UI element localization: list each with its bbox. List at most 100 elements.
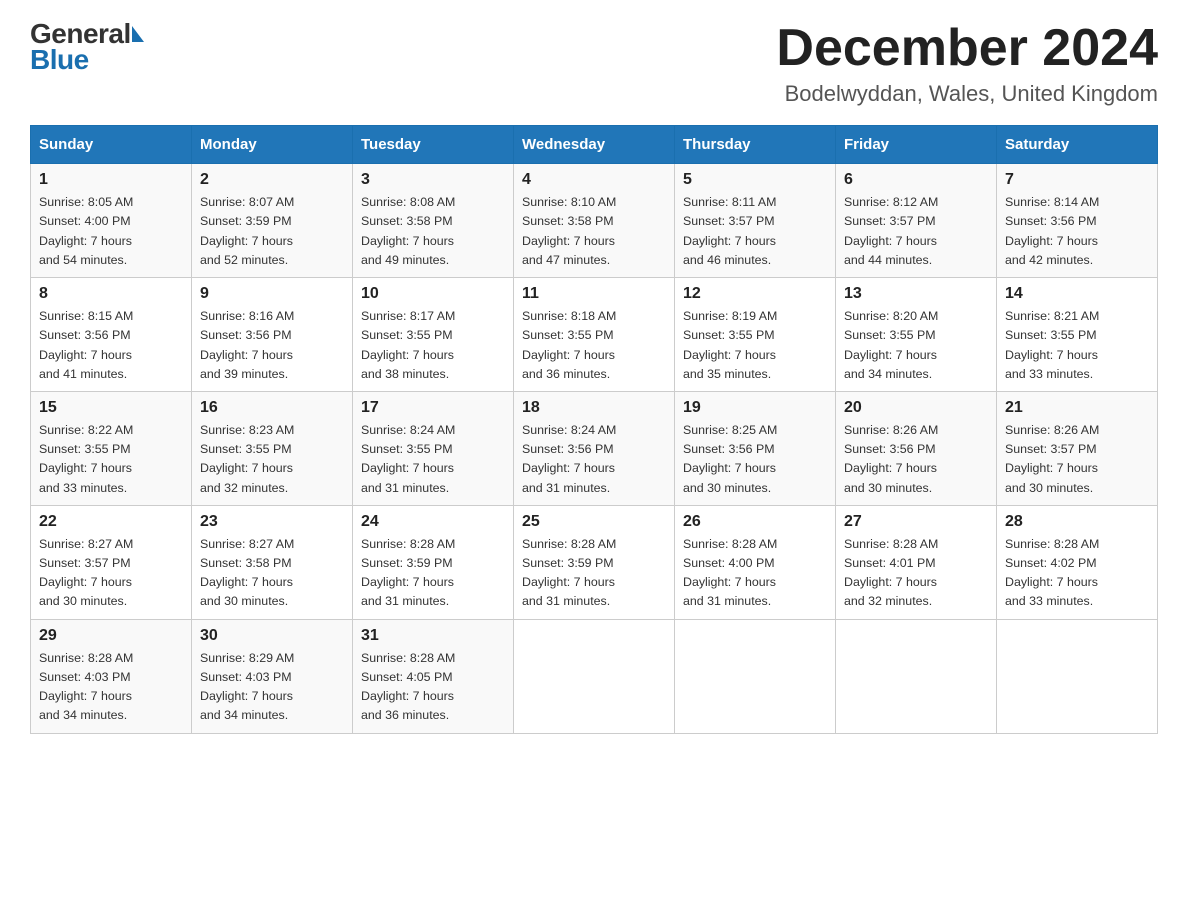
calendar-day-cell: 29Sunrise: 8:28 AMSunset: 4:03 PMDayligh… (31, 619, 192, 733)
day-number: 28 (1005, 513, 1149, 531)
sunrise-info: Sunrise: 8:28 AM (39, 651, 133, 665)
sunset-info: Sunset: 3:59 PM (361, 556, 453, 570)
header-wednesday: Wednesday (514, 126, 675, 164)
day-number: 12 (683, 285, 827, 303)
sunset-info: Sunset: 3:56 PM (844, 442, 936, 456)
daylight-info-line1: Daylight: 7 hours (39, 689, 132, 703)
daylight-info-line2: and 54 minutes. (39, 253, 127, 267)
sunrise-info: Sunrise: 8:23 AM (200, 423, 294, 437)
day-number: 31 (361, 627, 505, 645)
calendar-day-cell: 11Sunrise: 8:18 AMSunset: 3:55 PMDayligh… (514, 278, 675, 392)
daylight-info-line1: Daylight: 7 hours (844, 461, 937, 475)
day-number: 2 (200, 171, 344, 189)
day-number: 10 (361, 285, 505, 303)
daylight-info-line2: and 30 minutes. (683, 481, 771, 495)
sunrise-info: Sunrise: 8:21 AM (1005, 309, 1099, 323)
daylight-info-line2: and 39 minutes. (200, 367, 288, 381)
sunrise-info: Sunrise: 8:28 AM (361, 651, 455, 665)
day-number: 14 (1005, 285, 1149, 303)
calendar-day-cell: 13Sunrise: 8:20 AMSunset: 3:55 PMDayligh… (836, 278, 997, 392)
sunset-info: Sunset: 4:02 PM (1005, 556, 1097, 570)
header-sunday: Sunday (31, 126, 192, 164)
sunrise-info: Sunrise: 8:15 AM (39, 309, 133, 323)
sunset-info: Sunset: 3:55 PM (361, 328, 453, 342)
sunset-info: Sunset: 4:03 PM (200, 670, 292, 684)
daylight-info-line1: Daylight: 7 hours (522, 461, 615, 475)
daylight-info-line2: and 42 minutes. (1005, 253, 1093, 267)
sunrise-info: Sunrise: 8:20 AM (844, 309, 938, 323)
daylight-info-line2: and 31 minutes. (361, 481, 449, 495)
sunrise-info: Sunrise: 8:07 AM (200, 195, 294, 209)
daylight-info-line1: Daylight: 7 hours (683, 234, 776, 248)
calendar-day-cell: 3Sunrise: 8:08 AMSunset: 3:58 PMDaylight… (353, 164, 514, 278)
day-number: 4 (522, 171, 666, 189)
daylight-info-line2: and 32 minutes. (844, 594, 932, 608)
calendar-day-cell (997, 619, 1158, 733)
daylight-info-line1: Daylight: 7 hours (200, 234, 293, 248)
daylight-info-line1: Daylight: 7 hours (844, 575, 937, 589)
daylight-info-line1: Daylight: 7 hours (361, 689, 454, 703)
calendar-day-cell: 30Sunrise: 8:29 AMSunset: 4:03 PMDayligh… (192, 619, 353, 733)
calendar-week-row: 8Sunrise: 8:15 AMSunset: 3:56 PMDaylight… (31, 278, 1158, 392)
daylight-info-line1: Daylight: 7 hours (39, 575, 132, 589)
day-info: Sunrise: 8:27 AMSunset: 3:57 PMDaylight:… (39, 535, 183, 612)
day-number: 1 (39, 171, 183, 189)
logo-arrow-icon (132, 26, 144, 42)
sunset-info: Sunset: 3:57 PM (844, 214, 936, 228)
daylight-info-line1: Daylight: 7 hours (39, 461, 132, 475)
day-number: 15 (39, 399, 183, 417)
calendar-day-cell: 16Sunrise: 8:23 AMSunset: 3:55 PMDayligh… (192, 391, 353, 505)
daylight-info-line1: Daylight: 7 hours (200, 575, 293, 589)
day-info: Sunrise: 8:16 AMSunset: 3:56 PMDaylight:… (200, 307, 344, 384)
daylight-info-line1: Daylight: 7 hours (361, 461, 454, 475)
calendar-day-cell: 8Sunrise: 8:15 AMSunset: 3:56 PMDaylight… (31, 278, 192, 392)
logo-blue: Blue (30, 46, 144, 74)
header-thursday: Thursday (675, 126, 836, 164)
day-number: 20 (844, 399, 988, 417)
daylight-info-line1: Daylight: 7 hours (361, 234, 454, 248)
sunrise-info: Sunrise: 8:16 AM (200, 309, 294, 323)
sunset-info: Sunset: 3:56 PM (1005, 214, 1097, 228)
daylight-info-line2: and 47 minutes. (522, 253, 610, 267)
calendar-day-cell: 9Sunrise: 8:16 AMSunset: 3:56 PMDaylight… (192, 278, 353, 392)
sunrise-info: Sunrise: 8:29 AM (200, 651, 294, 665)
sunset-info: Sunset: 4:05 PM (361, 670, 453, 684)
calendar-day-cell: 18Sunrise: 8:24 AMSunset: 3:56 PMDayligh… (514, 391, 675, 505)
calendar-day-cell (836, 619, 997, 733)
sunset-info: Sunset: 3:55 PM (1005, 328, 1097, 342)
sunrise-info: Sunrise: 8:28 AM (361, 537, 455, 551)
sunrise-info: Sunrise: 8:19 AM (683, 309, 777, 323)
sunset-info: Sunset: 3:57 PM (39, 556, 131, 570)
calendar-day-cell: 25Sunrise: 8:28 AMSunset: 3:59 PMDayligh… (514, 505, 675, 619)
day-info: Sunrise: 8:29 AMSunset: 4:03 PMDaylight:… (200, 649, 344, 726)
daylight-info-line2: and 31 minutes. (522, 594, 610, 608)
sunrise-info: Sunrise: 8:18 AM (522, 309, 616, 323)
calendar-day-cell: 20Sunrise: 8:26 AMSunset: 3:56 PMDayligh… (836, 391, 997, 505)
header-monday: Monday (192, 126, 353, 164)
daylight-info-line2: and 31 minutes. (522, 481, 610, 495)
sunrise-info: Sunrise: 8:26 AM (1005, 423, 1099, 437)
day-number: 3 (361, 171, 505, 189)
sunrise-info: Sunrise: 8:10 AM (522, 195, 616, 209)
sunset-info: Sunset: 3:55 PM (683, 328, 775, 342)
sunset-info: Sunset: 3:55 PM (522, 328, 614, 342)
daylight-info-line1: Daylight: 7 hours (361, 575, 454, 589)
daylight-info-line2: and 30 minutes. (844, 481, 932, 495)
day-number: 13 (844, 285, 988, 303)
daylight-info-line1: Daylight: 7 hours (1005, 575, 1098, 589)
day-info: Sunrise: 8:26 AMSunset: 3:57 PMDaylight:… (1005, 421, 1149, 498)
sunrise-info: Sunrise: 8:28 AM (844, 537, 938, 551)
sunrise-info: Sunrise: 8:22 AM (39, 423, 133, 437)
day-number: 6 (844, 171, 988, 189)
calendar-week-row: 15Sunrise: 8:22 AMSunset: 3:55 PMDayligh… (31, 391, 1158, 505)
daylight-info-line2: and 35 minutes. (683, 367, 771, 381)
day-info: Sunrise: 8:28 AM Sunset: 4:05 PM Daylight:… (361, 649, 505, 726)
header-tuesday: Tuesday (353, 126, 514, 164)
day-number: 7 (1005, 171, 1149, 189)
daylight-info-line2: and 49 minutes. (361, 253, 449, 267)
calendar-body: 1Sunrise: 8:05 AMSunset: 4:00 PMDaylight… (31, 164, 1158, 733)
sunset-info: Sunset: 3:56 PM (522, 442, 614, 456)
day-number: 22 (39, 513, 183, 531)
day-number: 25 (522, 513, 666, 531)
sunset-info: Sunset: 3:59 PM (522, 556, 614, 570)
